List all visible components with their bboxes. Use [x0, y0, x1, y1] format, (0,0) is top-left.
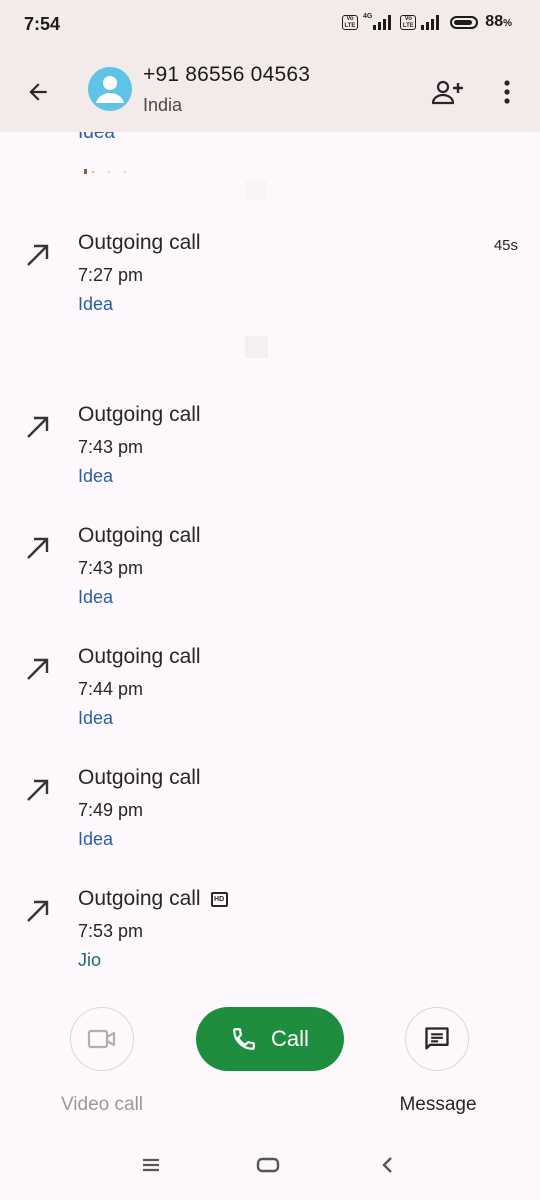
signal-strength-icon: [373, 14, 392, 30]
hd-call-icon: HD: [210, 891, 228, 907]
call-type: Outgoing call: [78, 403, 201, 426]
outgoing-call-icon: [27, 779, 49, 801]
call-button-label: Call: [271, 1026, 309, 1051]
call-duration: 45s: [493, 237, 518, 254]
contact-header: +91 86556 04563 India: [0, 50, 540, 132]
video-call-button[interactable]: [70, 1007, 134, 1071]
back-button[interactable]: [20, 74, 56, 110]
message-button[interactable]: [405, 1007, 469, 1071]
more-vert-icon: [504, 80, 510, 104]
partial-row-fragment: [84, 169, 126, 174]
call-entry[interactable]: Outgoing call 7:43 pm Idea: [0, 524, 540, 624]
call-carrier: Idea: [78, 466, 114, 486]
outgoing-call-icon: [27, 416, 49, 438]
recent-apps-button[interactable]: [134, 1148, 168, 1182]
placeholder-square: [245, 336, 268, 358]
volte-icon: Vo LTE: [341, 14, 358, 30]
placeholder-square: [245, 180, 267, 200]
arrow-back-icon: [29, 83, 47, 101]
person-icon: [96, 76, 124, 103]
network-type-label: 4G: [362, 12, 373, 20]
videocam-icon: [87, 1029, 116, 1049]
call-type: Outgoing call: [78, 645, 201, 668]
volte-icon-2: Vo LTE: [400, 14, 417, 30]
call-carrier: Idea: [78, 708, 114, 728]
avatar: [88, 67, 132, 111]
battery-icon: [450, 15, 479, 29]
message-icon: [425, 1027, 449, 1050]
status-time: 7:54: [24, 14, 61, 34]
status-icons: Vo LTE 4G Vo LTE 88%: [341, 12, 512, 31]
call-type: Outgoing call HD: [78, 887, 228, 911]
call-entry[interactable]: Outgoing call 7:27 pm Idea 45s: [0, 231, 540, 331]
call-entry[interactable]: Outgoing call 7:49 pm Idea: [0, 766, 540, 866]
menu-icon: [143, 1158, 159, 1172]
outgoing-call-icon: [27, 244, 49, 266]
add-contact-button[interactable]: [430, 74, 466, 110]
call-time: 7:53 pm: [78, 921, 144, 941]
call-type: Outgoing call: [78, 524, 201, 547]
back-chevron-icon: [382, 1157, 392, 1173]
call-time: 7:44 pm: [78, 679, 144, 699]
battery-percentage: 88%: [485, 13, 512, 30]
outgoing-call-icon: [27, 658, 49, 680]
message-label: Message: [399, 1094, 477, 1115]
call-type: Outgoing call: [78, 766, 201, 789]
call-carrier: Idea: [78, 294, 114, 314]
call-time: 7:49 pm: [78, 800, 144, 820]
call-carrier: Idea: [78, 829, 114, 849]
home-button[interactable]: [251, 1148, 285, 1182]
contact-number: +91 86556 04563: [143, 63, 311, 86]
outgoing-call-icon: [27, 537, 49, 559]
partial-call-carrier: Idea: [78, 132, 115, 143]
call-time: 7:43 pm: [78, 437, 144, 457]
call-type: Outgoing call: [78, 231, 201, 254]
battery-fill: [454, 19, 472, 25]
outgoing-call-icon: [27, 900, 49, 922]
call-carrier: Jio: [78, 950, 102, 970]
home-icon: [256, 1157, 280, 1173]
person-add-icon: [431, 80, 463, 105]
call-history-list[interactable]: Idea Outgoing call 7:27 pm Idea 45s Outg…: [0, 132, 540, 1000]
call-entry[interactable]: Outgoing call HD 7:53 pm Jio: [0, 887, 540, 987]
call-entry[interactable]: Outgoing call 7:44 pm Idea: [0, 645, 540, 745]
phone-icon: [233, 1028, 255, 1050]
call-entry[interactable]: Outgoing call 7:43 pm Idea: [0, 403, 540, 503]
signal-strength-icon-2: [421, 14, 440, 30]
more-options-button[interactable]: [492, 74, 522, 110]
action-bar: Call Video call Message: [0, 1000, 540, 1125]
contact-country: India: [143, 95, 183, 115]
status-bar: 7:54 Vo LTE 4G Vo LTE 88%: [0, 0, 540, 50]
system-nav-bar: [0, 1130, 540, 1200]
call-carrier: Idea: [78, 587, 114, 607]
call-time: 7:43 pm: [78, 558, 144, 578]
call-time: 7:27 pm: [78, 265, 144, 285]
video-call-label: Video call: [60, 1094, 144, 1115]
back-nav-button[interactable]: [370, 1148, 404, 1182]
call-button[interactable]: Call: [196, 1007, 344, 1071]
